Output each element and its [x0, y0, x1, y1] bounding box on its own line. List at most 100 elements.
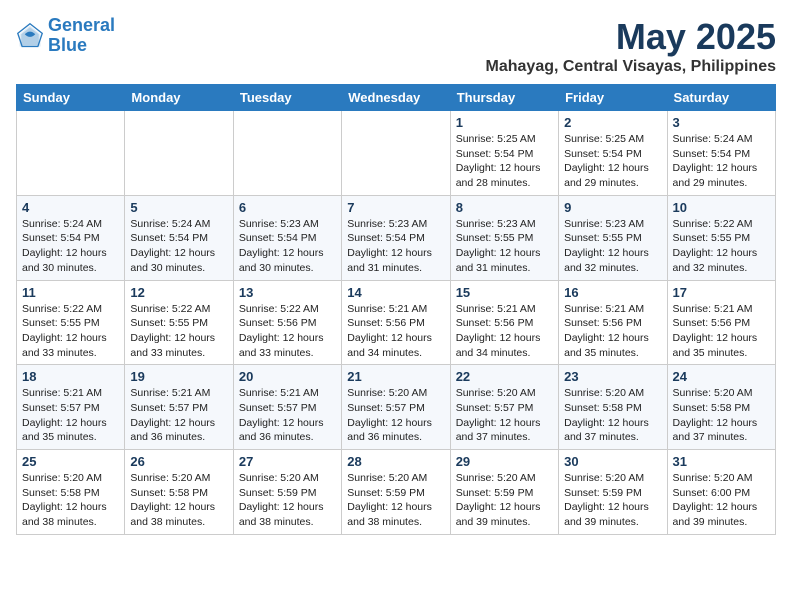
- day-number: 18: [22, 369, 119, 384]
- day-cell: 4 Sunrise: 5:24 AM Sunset: 5:54 PM Daylig…: [17, 195, 125, 280]
- week-row-4: 18 Sunrise: 5:21 AM Sunset: 5:57 PM Dayli…: [17, 365, 776, 450]
- day-info: Sunrise: 5:23 AM Sunset: 5:54 PM Dayligh…: [239, 217, 336, 276]
- day-info: Sunrise: 5:24 AM Sunset: 5:54 PM Dayligh…: [673, 132, 770, 191]
- day-number: 25: [22, 454, 119, 469]
- day-cell: 30 Sunrise: 5:20 AM Sunset: 5:59 PM Dayli…: [559, 450, 667, 535]
- day-cell: 8Sunrise: 5:23 AM Sunset: 5:55 PM Daylig…: [450, 195, 558, 280]
- week-row-2: 4 Sunrise: 5:24 AM Sunset: 5:54 PM Daylig…: [17, 195, 776, 280]
- day-cell: 11 Sunrise: 5:22 AM Sunset: 5:55 PM Dayli…: [17, 280, 125, 365]
- day-number: 4: [22, 200, 119, 215]
- day-cell: 2 Sunrise: 5:25 AM Sunset: 5:54 PM Daylig…: [559, 111, 667, 196]
- day-info: Sunrise: 5:20 AM Sunset: 6:00 PM Dayligh…: [673, 471, 770, 530]
- day-number: 7: [347, 200, 444, 215]
- title-area: May 2025 Mahayag, Central Visayas, Phili…: [486, 16, 776, 76]
- day-number: 14: [347, 285, 444, 300]
- day-number: 2: [564, 115, 661, 130]
- logo-text: General Blue: [48, 16, 115, 56]
- day-cell: 10 Sunrise: 5:22 AM Sunset: 5:55 PM Dayli…: [667, 195, 775, 280]
- day-number: 29: [456, 454, 553, 469]
- day-number: 10: [673, 200, 770, 215]
- header: General Blue May 2025 Mahayag, Central V…: [16, 16, 776, 76]
- day-number: 3: [673, 115, 770, 130]
- day-number: 16: [564, 285, 661, 300]
- day-number: 13: [239, 285, 336, 300]
- col-header-saturday: Saturday: [667, 85, 775, 111]
- day-info: Sunrise: 5:22 AM Sunset: 5:56 PM Dayligh…: [239, 302, 336, 361]
- day-info: Sunrise: 5:20 AM Sunset: 5:59 PM Dayligh…: [239, 471, 336, 530]
- day-cell: 14 Sunrise: 5:21 AM Sunset: 5:56 PM Dayli…: [342, 280, 450, 365]
- day-cell: 3 Sunrise: 5:24 AM Sunset: 5:54 PM Daylig…: [667, 111, 775, 196]
- col-header-tuesday: Tuesday: [233, 85, 341, 111]
- day-cell: 16 Sunrise: 5:21 AM Sunset: 5:56 PM Dayli…: [559, 280, 667, 365]
- header-row: SundayMondayTuesdayWednesdayThursdayFrid…: [17, 85, 776, 111]
- col-header-thursday: Thursday: [450, 85, 558, 111]
- day-cell: 15 Sunrise: 5:21 AM Sunset: 5:56 PM Dayli…: [450, 280, 558, 365]
- day-info: Sunrise: 5:21 AM Sunset: 5:56 PM Dayligh…: [456, 302, 553, 361]
- day-cell: 24 Sunrise: 5:20 AM Sunset: 5:58 PM Dayli…: [667, 365, 775, 450]
- day-info: Sunrise: 5:21 AM Sunset: 5:56 PM Dayligh…: [673, 302, 770, 361]
- day-cell: [17, 111, 125, 196]
- day-cell: 19 Sunrise: 5:21 AM Sunset: 5:57 PM Dayli…: [125, 365, 233, 450]
- day-cell: 26 Sunrise: 5:20 AM Sunset: 5:58 PM Dayli…: [125, 450, 233, 535]
- day-info: Sunrise: 5:24 AM Sunset: 5:54 PM Dayligh…: [22, 217, 119, 276]
- location-title: Mahayag, Central Visayas, Philippines: [486, 58, 776, 76]
- day-cell: 27 Sunrise: 5:20 AM Sunset: 5:59 PM Dayli…: [233, 450, 341, 535]
- week-row-1: 1 Sunrise: 5:25 AM Sunset: 5:54 PM Daylig…: [17, 111, 776, 196]
- day-info: Sunrise: 5:21 AM Sunset: 5:57 PM Dayligh…: [130, 386, 227, 445]
- day-number: 5: [130, 200, 227, 215]
- day-cell: 17Sunrise: 5:21 AM Sunset: 5:56 PM Dayli…: [667, 280, 775, 365]
- day-number: 8: [456, 200, 553, 215]
- day-info: Sunrise: 5:25 AM Sunset: 5:54 PM Dayligh…: [564, 132, 661, 191]
- day-number: 23: [564, 369, 661, 384]
- day-number: 26: [130, 454, 227, 469]
- day-number: 11: [22, 285, 119, 300]
- day-number: 12: [130, 285, 227, 300]
- day-cell: 23Sunrise: 5:20 AM Sunset: 5:58 PM Dayli…: [559, 365, 667, 450]
- col-header-sunday: Sunday: [17, 85, 125, 111]
- day-number: 15: [456, 285, 553, 300]
- day-cell: 1 Sunrise: 5:25 AM Sunset: 5:54 PM Daylig…: [450, 111, 558, 196]
- day-info: Sunrise: 5:22 AM Sunset: 5:55 PM Dayligh…: [22, 302, 119, 361]
- day-info: Sunrise: 5:20 AM Sunset: 5:59 PM Dayligh…: [456, 471, 553, 530]
- day-cell: 31 Sunrise: 5:20 AM Sunset: 6:00 PM Dayli…: [667, 450, 775, 535]
- day-number: 21: [347, 369, 444, 384]
- month-title: May 2025: [486, 16, 776, 58]
- day-info: Sunrise: 5:20 AM Sunset: 5:59 PM Dayligh…: [347, 471, 444, 530]
- col-header-wednesday: Wednesday: [342, 85, 450, 111]
- logo: General Blue: [16, 16, 115, 56]
- day-number: 20: [239, 369, 336, 384]
- day-number: 19: [130, 369, 227, 384]
- day-number: 28: [347, 454, 444, 469]
- col-header-monday: Monday: [125, 85, 233, 111]
- day-number: 1: [456, 115, 553, 130]
- week-row-5: 25 Sunrise: 5:20 AM Sunset: 5:58 PM Dayli…: [17, 450, 776, 535]
- day-number: 9: [564, 200, 661, 215]
- day-info: Sunrise: 5:21 AM Sunset: 5:56 PM Dayligh…: [347, 302, 444, 361]
- day-info: Sunrise: 5:25 AM Sunset: 5:54 PM Dayligh…: [456, 132, 553, 191]
- day-number: 30: [564, 454, 661, 469]
- day-cell: 6 Sunrise: 5:23 AM Sunset: 5:54 PM Daylig…: [233, 195, 341, 280]
- day-number: 24: [673, 369, 770, 384]
- day-cell: [233, 111, 341, 196]
- day-info: Sunrise: 5:20 AM Sunset: 5:58 PM Dayligh…: [130, 471, 227, 530]
- day-info: Sunrise: 5:23 AM Sunset: 5:55 PM Dayligh…: [564, 217, 661, 276]
- day-info: Sunrise: 5:20 AM Sunset: 5:58 PM Dayligh…: [673, 386, 770, 445]
- day-info: Sunrise: 5:21 AM Sunset: 5:56 PM Dayligh…: [564, 302, 661, 361]
- day-info: Sunrise: 5:21 AM Sunset: 5:57 PM Dayligh…: [22, 386, 119, 445]
- week-row-3: 11 Sunrise: 5:22 AM Sunset: 5:55 PM Dayli…: [17, 280, 776, 365]
- day-number: 6: [239, 200, 336, 215]
- day-number: 27: [239, 454, 336, 469]
- day-cell: [125, 111, 233, 196]
- day-info: Sunrise: 5:20 AM Sunset: 5:58 PM Dayligh…: [22, 471, 119, 530]
- day-cell: 18 Sunrise: 5:21 AM Sunset: 5:57 PM Dayli…: [17, 365, 125, 450]
- day-info: Sunrise: 5:20 AM Sunset: 5:59 PM Dayligh…: [564, 471, 661, 530]
- day-info: Sunrise: 5:24 AM Sunset: 5:54 PM Dayligh…: [130, 217, 227, 276]
- day-info: Sunrise: 5:20 AM Sunset: 5:57 PM Dayligh…: [347, 386, 444, 445]
- day-info: Sunrise: 5:22 AM Sunset: 5:55 PM Dayligh…: [673, 217, 770, 276]
- day-info: Sunrise: 5:21 AM Sunset: 5:57 PM Dayligh…: [239, 386, 336, 445]
- day-cell: 29 Sunrise: 5:20 AM Sunset: 5:59 PM Dayli…: [450, 450, 558, 535]
- col-header-friday: Friday: [559, 85, 667, 111]
- day-number: 31: [673, 454, 770, 469]
- day-cell: 5 Sunrise: 5:24 AM Sunset: 5:54 PM Daylig…: [125, 195, 233, 280]
- calendar-table: SundayMondayTuesdayWednesdayThursdayFrid…: [16, 84, 776, 535]
